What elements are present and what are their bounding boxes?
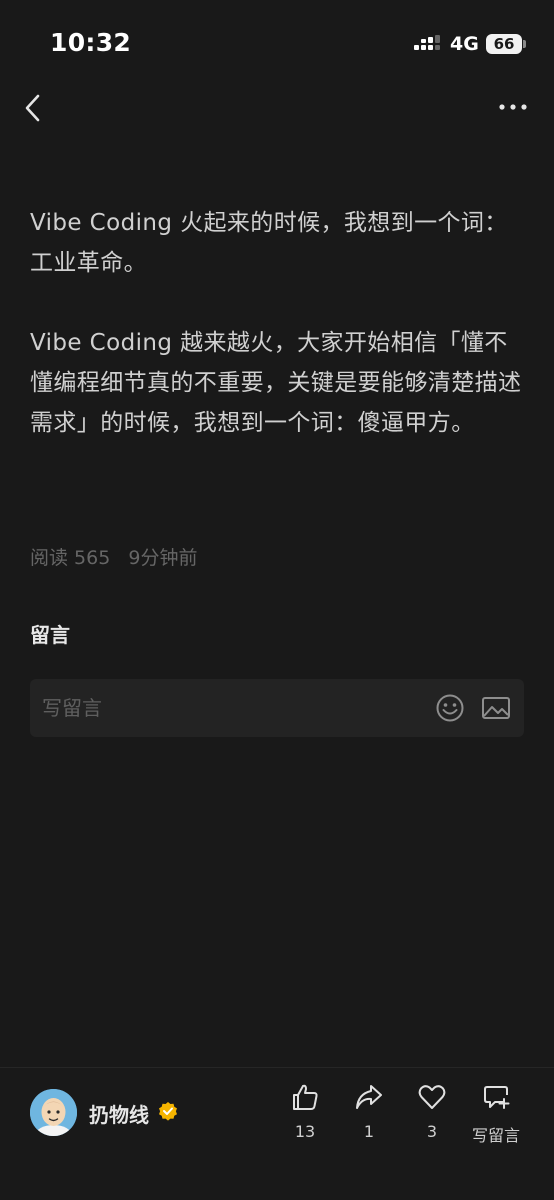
avatar-image (30, 1089, 77, 1136)
favorite-count: 3 (426, 1122, 438, 1141)
battery-level: 66 (493, 35, 515, 53)
author-name[interactable]: 扔物线 (89, 1099, 149, 1128)
favorite-button[interactable]: 3 (402, 1082, 462, 1141)
status-bar: 10:32 4G 66 (0, 0, 554, 88)
signal-icon (414, 35, 440, 50)
network-label: 4G (450, 33, 479, 55)
battery-indicator: 66 (486, 34, 522, 54)
publish-time: 9分钟前 (128, 547, 198, 569)
more-horizontal-icon (499, 104, 527, 110)
share-count: 1 (363, 1122, 375, 1141)
more-button[interactable] (496, 96, 530, 118)
like-button[interactable]: 13 (275, 1082, 335, 1141)
share-button[interactable]: 1 (339, 1082, 399, 1141)
chevron-left-icon (25, 94, 40, 122)
write-comment-button[interactable]: 写留言 (463, 1082, 529, 1146)
emoji-icon[interactable] (434, 692, 466, 724)
read-count: 阅读 565 (30, 547, 111, 569)
article-body: Vibe Coding 火起来的时候，我想到一个词：工业革命。 Vibe Cod… (30, 203, 530, 483)
comments-title: 留言 (30, 623, 70, 647)
article-paragraph: Vibe Coding 火起来的时候，我想到一个词：工业革命。 (30, 210, 508, 276)
article-meta: 阅读 565 9分钟前 (30, 543, 209, 570)
like-count: 13 (294, 1122, 316, 1141)
back-button[interactable] (20, 90, 48, 126)
thumbs-up-icon (293, 1084, 318, 1110)
heart-icon (418, 1085, 446, 1109)
share-icon (356, 1085, 382, 1109)
image-icon[interactable] (480, 692, 512, 724)
bottom-bar: 扔物线 13 1 3 写留言 (0, 1067, 554, 1200)
comment-box (30, 679, 524, 737)
comment-add-icon (484, 1086, 510, 1109)
verified-badge-icon (159, 1102, 177, 1121)
article-paragraph: Vibe Coding 越来越火，大家开始相信「懂不懂编程细节真的不重要，关键是… (30, 330, 522, 436)
author-avatar[interactable] (30, 1089, 77, 1136)
screen: 10:32 4G 66 Vibe Coding 火起来的时候，我想到一个词：工业… (0, 0, 554, 1200)
write-comment-label: 写留言 (471, 1126, 520, 1145)
comment-input[interactable] (42, 696, 420, 720)
status-time: 10:32 (50, 28, 132, 57)
battery-cap (523, 40, 526, 48)
